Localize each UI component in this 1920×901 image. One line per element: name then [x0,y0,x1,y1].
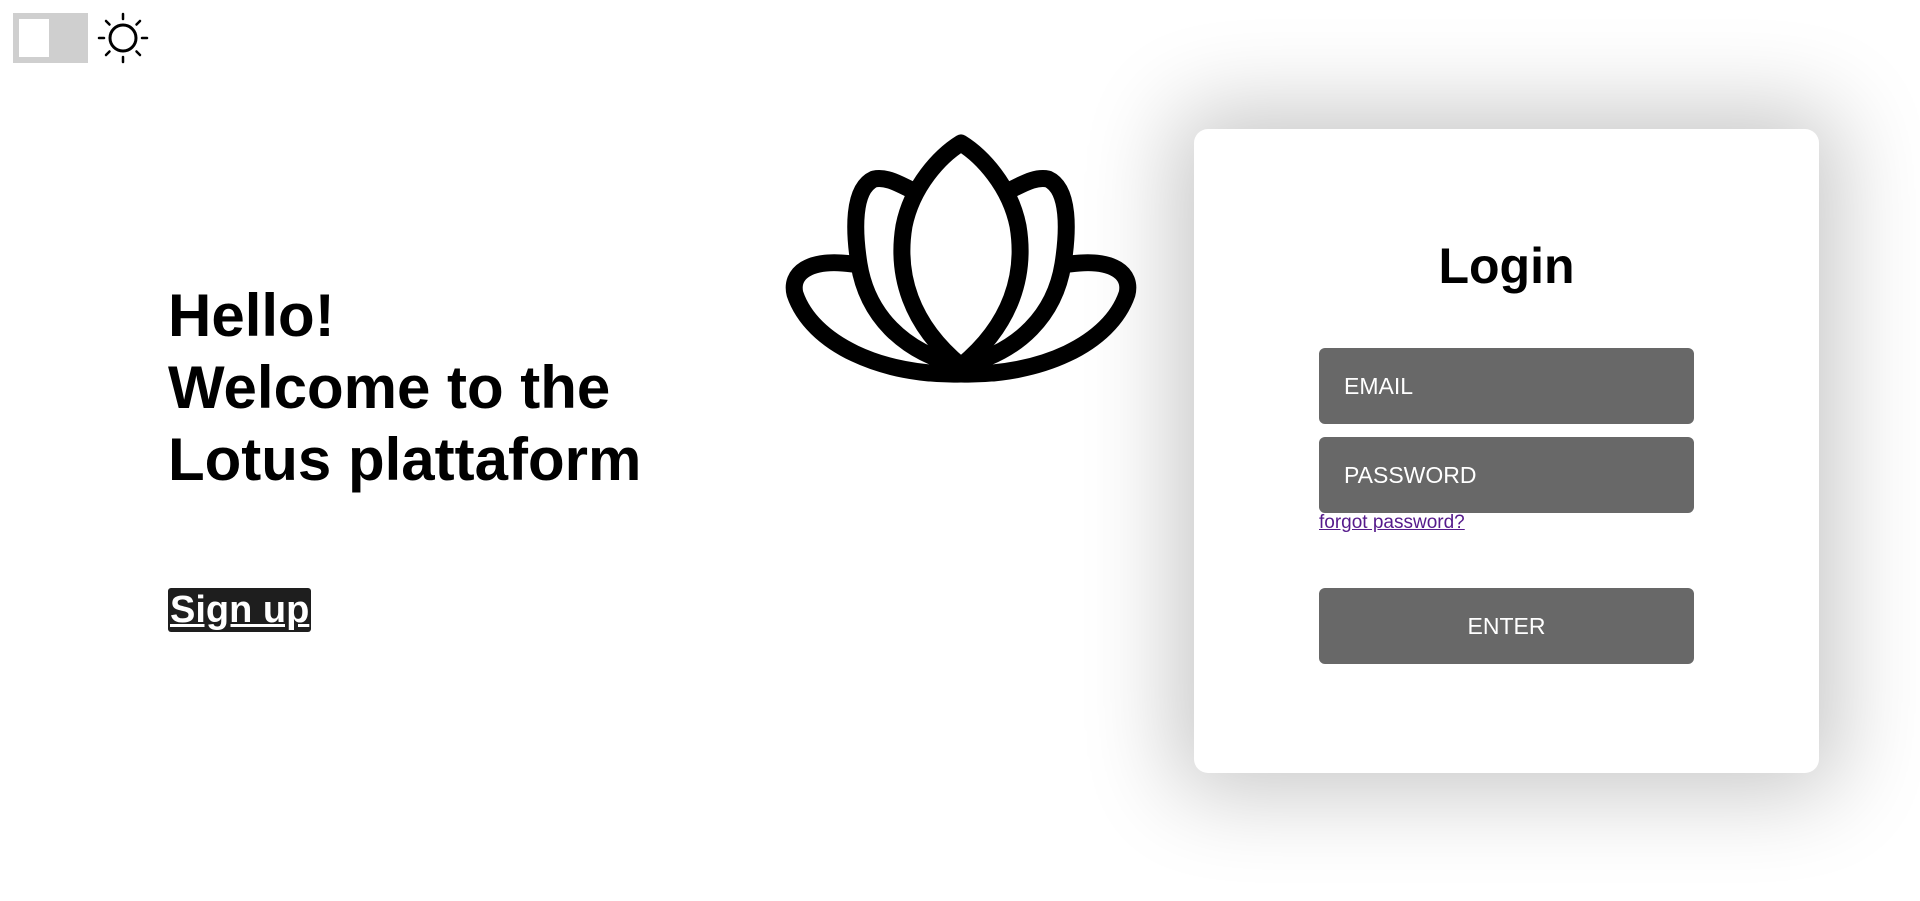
login-page: Hello! Welcome to the Lotus plattaform S… [0,0,1920,901]
email-field[interactable] [1319,348,1694,424]
sun-icon [97,12,149,64]
welcome-line-2: Welcome to the [168,354,611,421]
password-field[interactable] [1319,437,1694,513]
forgot-password-link[interactable]: forgot password? [1319,512,1465,534]
welcome-heading: Hello! Welcome to the Lotus plattaform [168,280,641,496]
welcome-line-3: Lotus plattaform [168,426,642,493]
login-title: Login [1438,238,1575,294]
signup-button[interactable]: Sign up [168,588,312,632]
enter-button[interactable]: ENTER [1319,588,1694,664]
welcome-line-1: Hello! [168,282,335,349]
theme-toggle[interactable] [13,13,88,63]
lotus-icon [785,134,1137,383]
toggle-knob [19,19,49,57]
